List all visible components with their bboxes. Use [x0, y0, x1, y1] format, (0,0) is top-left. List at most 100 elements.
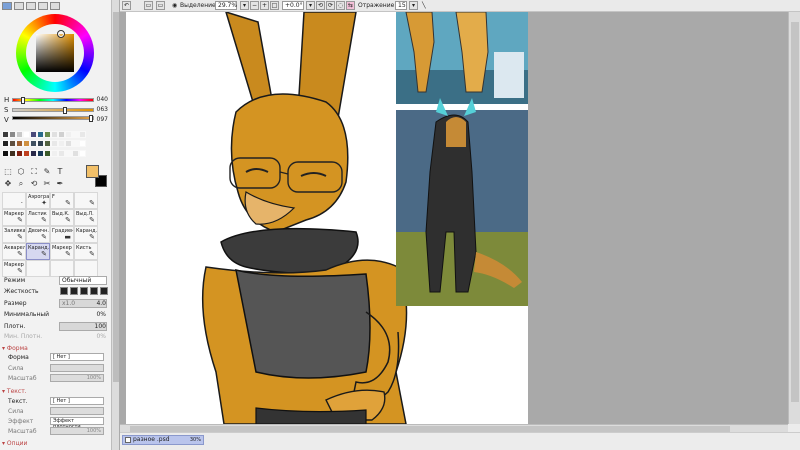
hardness-option-3[interactable] [80, 287, 88, 295]
color-swatch[interactable] [51, 140, 58, 148]
color-swatch[interactable] [16, 149, 23, 157]
color-swatch[interactable] [30, 140, 37, 148]
brush-tool-slot[interactable]: Ластик ✎ [26, 209, 50, 226]
color-swatch[interactable] [2, 131, 9, 138]
color-swatch[interactable] [58, 131, 65, 138]
tool-button-icon[interactable]: ⬡ [15, 166, 27, 177]
color-swatch[interactable] [51, 131, 58, 138]
color-swatch[interactable] [30, 149, 37, 157]
color-swatch[interactable] [2, 149, 9, 157]
brush-tool-slot[interactable]: Выд.Л. ✎ [74, 209, 98, 226]
shape-section-header[interactable]: Форма [2, 345, 28, 352]
zoom-dropdown[interactable]: 29.7% [215, 1, 237, 10]
stabilizer-down-icon[interactable]: ▾ [409, 1, 418, 10]
rotation-down-icon[interactable]: ▾ [306, 1, 315, 10]
color-wheel[interactable] [16, 14, 94, 92]
canvas-vertical-scrollbar[interactable] [788, 12, 800, 424]
zoom-in-icon[interactable]: + [260, 1, 269, 10]
color-swatch[interactable] [72, 140, 79, 148]
color-swatch[interactable] [44, 149, 51, 157]
color-swatch[interactable] [30, 131, 37, 138]
hardness-option-5[interactable] [100, 287, 108, 295]
tool-button-icon[interactable]: ⌕ [15, 178, 27, 189]
color-swatch[interactable] [16, 140, 23, 148]
stabilizer-dropdown[interactable]: 15 [395, 1, 407, 10]
hardness-option-2[interactable] [70, 287, 78, 295]
rotation-dropdown[interactable]: +0.0° [282, 1, 304, 10]
swatch-tab[interactable] [38, 2, 48, 10]
color-swatch[interactable] [2, 140, 9, 148]
deselect-icon[interactable]: ▭ [144, 1, 153, 10]
tool-panel-scrollbar[interactable] [112, 0, 120, 450]
flip-horizontal-icon[interactable]: ⇆ [346, 1, 355, 10]
brush-tool-slot[interactable] [26, 260, 50, 277]
brush-tool-slot[interactable]: F ✎ [50, 192, 74, 209]
brush-tool-slot[interactable]: Выд.К. ✎ [50, 209, 74, 226]
file-tab[interactable]: разное .psd 30% [122, 435, 204, 445]
color-swatch[interactable] [79, 149, 86, 157]
tool-button-icon[interactable]: T [54, 166, 66, 177]
brush-tool-slot[interactable]: Акварель✎ [2, 243, 26, 260]
color-picker-cursor[interactable] [57, 30, 65, 38]
color-swatch[interactable] [79, 140, 86, 148]
color-swatch[interactable] [58, 140, 65, 148]
color-swatch[interactable] [9, 149, 16, 157]
color-swatch[interactable] [23, 131, 30, 138]
color-swatch[interactable] [37, 131, 44, 138]
brush-tool-slot[interactable]: Каранд. ✎ [74, 226, 98, 243]
options-section-header[interactable]: Опции [2, 440, 28, 447]
brush-tool-slot[interactable]: Маркер ✎ [2, 260, 26, 277]
hardness-option-4[interactable] [90, 287, 98, 295]
tool-button-icon[interactable]: ⟲ [28, 178, 40, 189]
zoom-out-icon[interactable]: − [250, 1, 259, 10]
color-swatch[interactable] [23, 149, 30, 157]
brush-tool-slot[interactable]: Маркер ✎ [50, 243, 74, 260]
tool-button-icon[interactable]: ✂ [41, 178, 53, 189]
color-swatch[interactable] [44, 140, 51, 148]
selection-visibility-icon[interactable]: ◉ [172, 1, 177, 11]
brush-tool-slot[interactable]: Кисть ✎ [74, 243, 98, 260]
brush-tool-slot[interactable] [74, 260, 98, 277]
rgb-slider-tab[interactable] [14, 2, 24, 10]
color-swatch[interactable] [65, 131, 72, 138]
brush-tool-slot[interactable]: Градиент▬ [50, 226, 74, 243]
scratchpad-tab[interactable] [50, 2, 60, 10]
texture-effect-checkbox[interactable]: Эффект плотности [50, 417, 104, 430]
canvas-workspace[interactable] [120, 12, 788, 424]
shape-scale-slider[interactable]: 100% [50, 374, 104, 382]
brush-tool-slot[interactable]: Каранд. ✎ [26, 243, 50, 260]
min-size-value[interactable]: 0% [96, 311, 106, 318]
hsv-slider-tab[interactable] [26, 2, 36, 10]
shape-strength-slider[interactable] [50, 364, 104, 372]
tool-button-icon[interactable]: ⛶ [28, 166, 40, 177]
invert-selection-icon[interactable]: ▭ [156, 1, 165, 10]
saturation-slider[interactable] [12, 107, 94, 114]
texture-select[interactable]: [ Нет ] [50, 397, 104, 405]
brush-tool-slot[interactable]: Аэрограф✦ [26, 192, 50, 209]
color-swatch[interactable] [65, 149, 72, 157]
rotate-reset-icon[interactable]: ◌ [336, 1, 345, 10]
tool-button-icon[interactable]: ✎ [41, 166, 53, 177]
blend-mode-select[interactable]: Обычный [59, 276, 107, 285]
brush-tool-slot[interactable]: Заливка ✎ [2, 226, 26, 243]
tool-button-icon[interactable]: ✒ [54, 178, 66, 189]
texture-strength-slider[interactable] [50, 407, 104, 415]
zoom-down-icon[interactable]: ▾ [240, 1, 249, 10]
color-swatch[interactable] [44, 131, 51, 138]
color-swatch[interactable] [79, 131, 86, 138]
tool-button-icon[interactable]: ⬚ [2, 166, 14, 177]
color-swatch[interactable] [23, 140, 30, 148]
canvas-horizontal-scrollbar[interactable] [120, 424, 788, 432]
value-slider[interactable] [12, 115, 94, 122]
color-swatch[interactable] [37, 149, 44, 157]
rotate-right-icon[interactable]: ⟳ [326, 1, 335, 10]
color-swatch[interactable] [16, 131, 23, 138]
color-swatch[interactable] [9, 131, 16, 138]
color-swatch[interactable] [51, 149, 58, 157]
hardness-option-1[interactable] [60, 287, 68, 295]
zoom-reset-icon[interactable]: □ [270, 1, 279, 10]
color-swatch[interactable] [72, 131, 79, 138]
brush-tool-slot[interactable]: ✎ [74, 192, 98, 209]
color-swatch[interactable] [65, 140, 72, 148]
color-swatch[interactable] [72, 149, 79, 157]
